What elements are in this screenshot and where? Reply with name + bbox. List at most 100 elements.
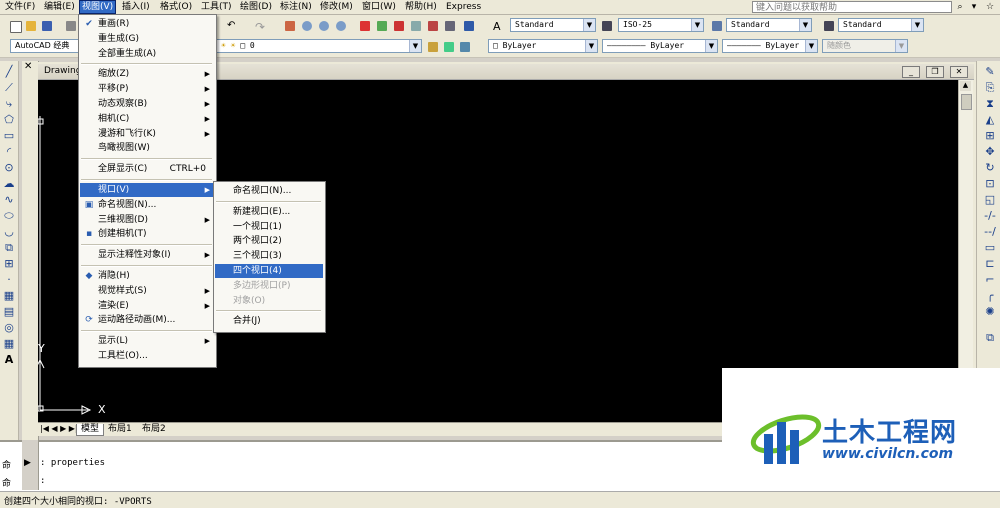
text-style-icon[interactable]: A xyxy=(492,19,506,33)
view-menu-item[interactable]: 鸟瞰视图(W) xyxy=(80,141,214,155)
spline-icon[interactable]: ∿ xyxy=(2,193,16,206)
chevron-down-icon[interactable]: ▼ xyxy=(691,19,703,31)
zoom-window-icon[interactable] xyxy=(317,19,331,33)
zoom-realtime-icon[interactable] xyxy=(300,19,314,33)
restore-icon[interactable]: ❐ xyxy=(926,66,944,78)
view-menu-item[interactable]: 视觉样式(S) ▶ xyxy=(80,284,214,298)
rotate-icon[interactable]: ↻ xyxy=(983,161,997,174)
undo-icon[interactable]: ↶ xyxy=(226,19,240,33)
table-style-select[interactable]: Standard ▼ xyxy=(726,18,812,32)
region-icon[interactable]: ◎ xyxy=(2,321,16,334)
menu-edit[interactable]: 编辑(E) xyxy=(42,1,77,13)
menu-express[interactable]: Express xyxy=(444,1,483,13)
properties-icon[interactable] xyxy=(358,19,372,33)
chevron-down-icon[interactable]: ▼ xyxy=(805,40,817,52)
view-menu-item[interactable]: 显示(L) ▶ xyxy=(80,334,214,348)
menu-draw[interactable]: 绘图(D) xyxy=(238,1,274,13)
menu-view[interactable]: 视图(V) xyxy=(78,0,117,14)
view-menu-item[interactable]: 渲染(E) ▶ xyxy=(80,299,214,313)
view-menu-item[interactable]: 缩放(Z) ▶ xyxy=(80,67,214,81)
chamfer-icon[interactable]: ⌐ xyxy=(983,273,997,286)
line-icon[interactable]: ╱ xyxy=(2,65,16,78)
tab-layout2[interactable]: 布局2 xyxy=(138,424,170,435)
save-icon[interactable] xyxy=(40,19,54,33)
menu-window[interactable]: 窗口(W) xyxy=(360,1,398,13)
menu-tools[interactable]: 工具(T) xyxy=(199,1,234,13)
menu-format[interactable]: 格式(O) xyxy=(158,1,194,13)
view-menu-item[interactable]: ▣ 命名视图(N)... xyxy=(80,198,214,212)
table-style-icon[interactable] xyxy=(710,19,724,33)
view-menu-item[interactable]: ✔ 重画(R) xyxy=(80,17,214,31)
chevron-down-icon[interactable]: ▼ xyxy=(911,19,923,31)
new-icon[interactable] xyxy=(8,19,22,33)
pan-icon[interactable] xyxy=(283,19,297,33)
viewport-menu-item[interactable]: 两个视口(2) xyxy=(215,234,323,248)
copy-icon[interactable]: ⎘ xyxy=(983,81,997,94)
viewport-menu-item[interactable]: 新建视口(E)... xyxy=(215,205,323,219)
viewport-menu-item[interactable]: 一个视口(1) xyxy=(215,220,323,234)
close-icon[interactable]: ✕ xyxy=(950,66,968,78)
help-search-input[interactable]: 键入问题以获取帮助 xyxy=(752,1,952,13)
tab-nav-arrows[interactable]: |◀ ◀ ▶ ▶| xyxy=(40,424,78,433)
ellipse-icon[interactable]: ⬭ xyxy=(2,209,16,222)
join-icon[interactable]: ⊏ xyxy=(983,257,997,270)
multiline-text-icon[interactable]: A xyxy=(2,353,16,366)
layer-states-icon[interactable] xyxy=(458,40,472,54)
viewport-menu-item[interactable]: 四个视口(4) xyxy=(215,264,323,278)
multileader-style-select[interactable]: Standard ▼ xyxy=(838,18,924,32)
chevron-down-icon[interactable]: ▼ xyxy=(409,40,421,52)
circle-icon[interactable]: ⊙ xyxy=(2,161,16,174)
make-block-icon[interactable]: ⊞ xyxy=(2,257,16,270)
point-icon[interactable]: · xyxy=(2,273,16,286)
lineweight-select[interactable]: ——————— ByLayer ▼ xyxy=(722,39,818,53)
scroll-up-icon[interactable]: ▲ xyxy=(960,81,971,91)
construction-line-icon[interactable]: ⟋ xyxy=(2,81,16,94)
view-menu-item[interactable]: 漫游和飞行(K) ▶ xyxy=(80,127,214,141)
table-icon[interactable]: ▦ xyxy=(2,337,16,350)
view-menu-item[interactable]: 动态观察(B) ▶ xyxy=(80,97,214,111)
polyline-icon[interactable]: ⤷ xyxy=(2,97,16,110)
tool-palettes-icon[interactable] xyxy=(392,19,406,33)
chevron-down-icon[interactable]: ▼ xyxy=(583,19,595,31)
scroll-thumb[interactable] xyxy=(961,94,972,110)
break-icon[interactable]: ▭ xyxy=(983,241,997,254)
offset-icon[interactable]: ◭ xyxy=(983,113,997,126)
star-icon[interactable]: ☆ xyxy=(984,1,996,13)
view-menu-item[interactable]: 显示注释性对象(I) ▶ xyxy=(80,248,214,262)
viewport-menu-item[interactable]: 三个视口(3) xyxy=(215,249,323,263)
view-menu-item[interactable]: 相机(C) ▶ xyxy=(80,112,214,126)
linetype-select[interactable]: ———————— ByLayer ▼ xyxy=(602,39,718,53)
chevron-down-icon[interactable]: ▼ xyxy=(799,19,811,31)
view-menu-item[interactable]: 平移(P) ▶ xyxy=(80,82,214,96)
close-icon[interactable]: ✕ xyxy=(24,61,32,72)
layer-select[interactable]: ☀ ☀ □ 0 ▼ xyxy=(216,39,422,53)
help-icon[interactable] xyxy=(462,19,476,33)
design-center-icon[interactable] xyxy=(375,19,389,33)
make-layer-current-icon[interactable] xyxy=(426,40,440,54)
search-icon[interactable]: ⌕ xyxy=(954,1,966,13)
view-menu-item[interactable]: 全部重生成(A) xyxy=(80,47,214,61)
move-icon[interactable]: ✥ xyxy=(983,145,997,158)
stretch-icon[interactable]: ◱ xyxy=(983,193,997,206)
polygon-icon[interactable]: ⬠ xyxy=(2,113,16,126)
command-window-handle[interactable]: ▶ xyxy=(22,440,39,490)
menu-insert[interactable]: 插入(I) xyxy=(120,1,152,13)
print-icon[interactable] xyxy=(64,19,78,33)
view-menu-item[interactable]: 视口(V) ▶ xyxy=(80,183,214,197)
chevron-down-icon[interactable]: ▼ xyxy=(585,40,597,52)
gradient-icon[interactable]: ▤ xyxy=(2,305,16,318)
explode-icon[interactable]: ✺ xyxy=(983,305,997,318)
minimize-icon[interactable]: _ xyxy=(902,66,920,78)
view-menu-item[interactable]: ⟳ 运动路径动画(M)... xyxy=(80,313,214,327)
view-menu-item[interactable]: ◆ 消隐(H) xyxy=(80,269,214,283)
command-input[interactable]: : xyxy=(40,476,45,486)
tab-layout1[interactable]: 布局1 xyxy=(104,424,136,435)
open-icon[interactable] xyxy=(24,19,38,33)
workspace-select[interactable]: AutoCAD 经典 xyxy=(10,39,80,53)
view-menu-item[interactable]: 重生成(G) xyxy=(80,32,214,46)
trim-icon[interactable]: -/- xyxy=(983,209,997,222)
sheet-set-icon[interactable] xyxy=(409,19,423,33)
view-menu-item[interactable]: ▪ 创建相机(T) xyxy=(80,227,214,241)
erase-icon[interactable]: ✎ xyxy=(983,65,997,78)
insert-block-icon[interactable]: ⧉ xyxy=(2,241,16,254)
